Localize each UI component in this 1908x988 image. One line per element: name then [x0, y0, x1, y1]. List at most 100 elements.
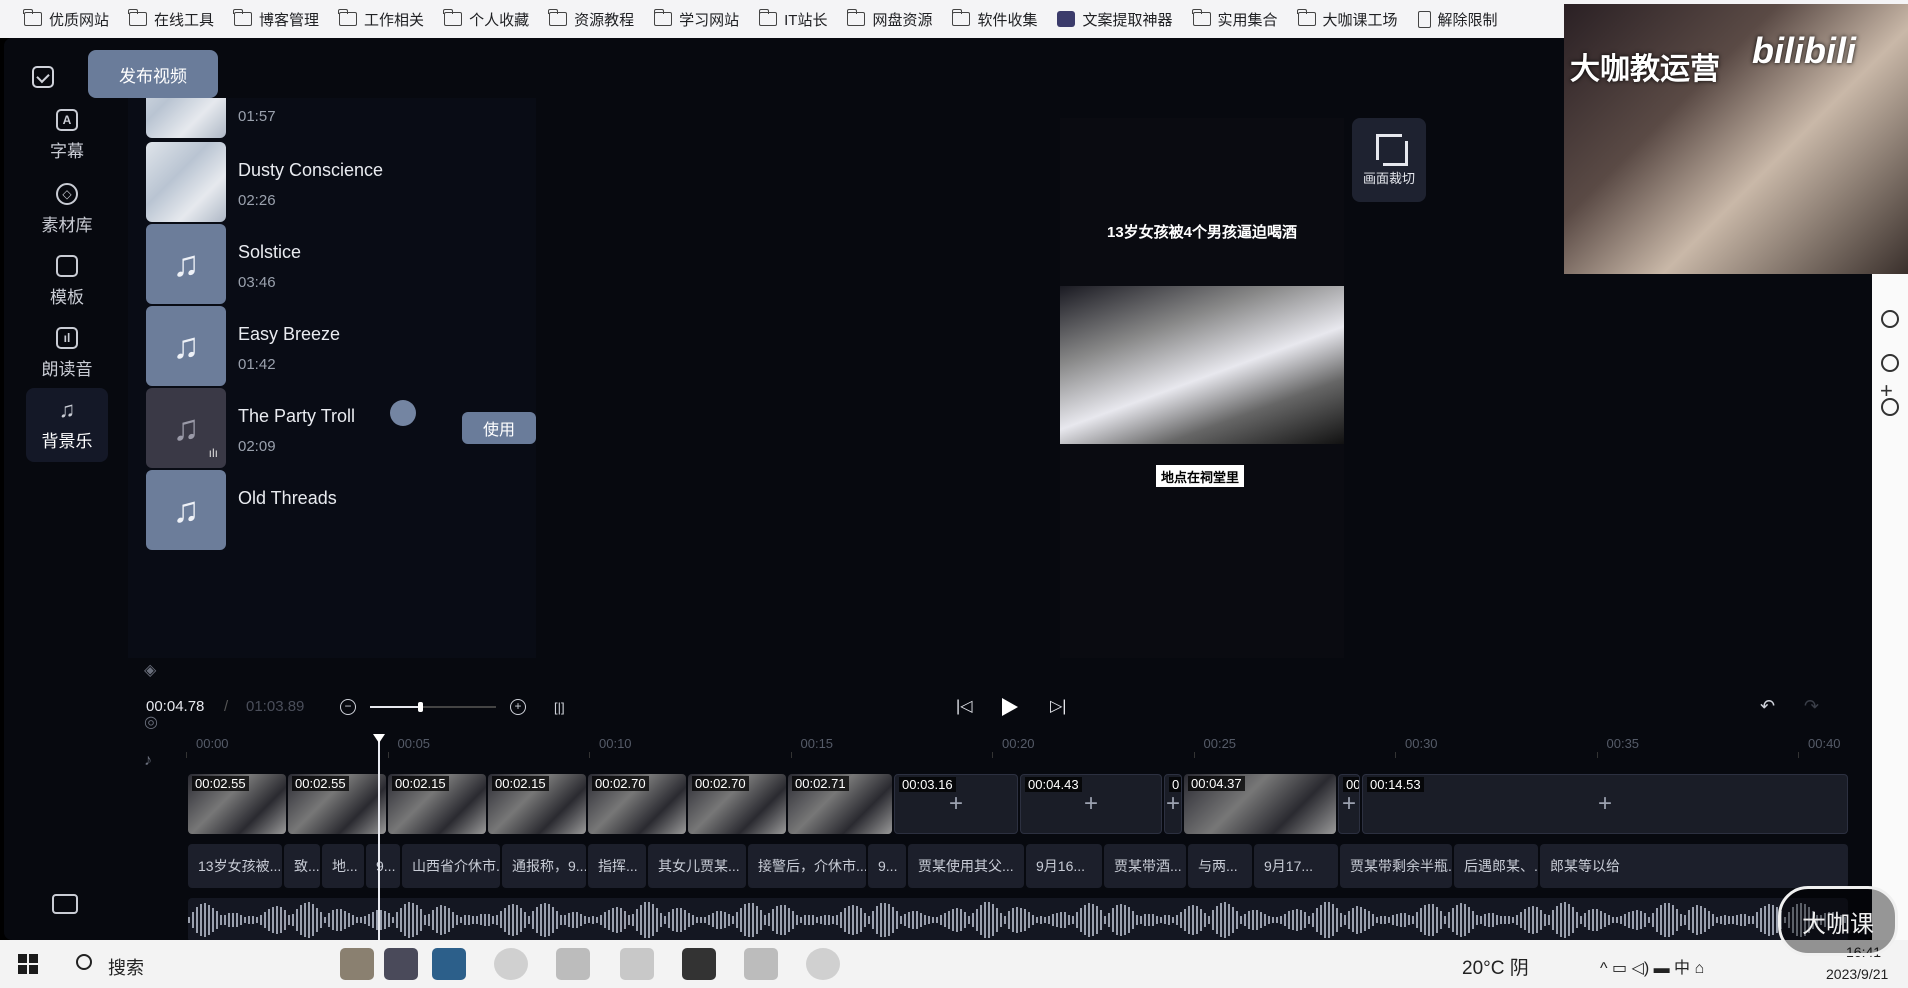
subtitle-segment[interactable]: 13岁女孩被... — [188, 844, 282, 888]
subtitle-segment[interactable]: 贾某带剩余半瓶... — [1340, 844, 1452, 888]
zoom-in-icon[interactable]: + — [510, 699, 526, 715]
music-track[interactable]: Dusty Conscience 02:26 — [146, 142, 526, 222]
clock-date[interactable]: 2023/9/21 — [1826, 966, 1888, 982]
music-track[interactable]: ♫ Solstice 03:46 — [146, 224, 526, 304]
video-preview[interactable]: 13岁女孩被4个男孩逼迫喝酒 地点在祠堂里 — [1060, 118, 1344, 658]
video-clip[interactable]: 00:04.37 — [1184, 774, 1336, 834]
music-track[interactable]: ♫ ılı The Party Troll 02:09 使用 — [146, 388, 536, 468]
checklist-icon[interactable] — [32, 66, 54, 88]
bookmark-item[interactable]: 大咖课工场 — [1288, 4, 1408, 34]
subtitle-segment[interactable]: 郎某等以给 — [1540, 844, 1848, 888]
subtitle-track[interactable]: 13岁女孩被... 致... 地... 9... 山西省介休市... 通报称，9... 指挥… — [188, 844, 1848, 888]
video-clip[interactable]: 00:01+ — [1338, 774, 1360, 834]
bookmark-item[interactable]: 博客管理 — [224, 4, 329, 34]
add-icon[interactable]: + — [1880, 378, 1893, 404]
subtitle-segment[interactable]: 指挥... — [588, 844, 646, 888]
bookmark-item[interactable]: 软件收集 — [942, 4, 1047, 34]
redo-icon[interactable]: ↷ — [1804, 696, 1819, 717]
sidebar-item-3[interactable]: ıl 朗读音 — [26, 316, 108, 390]
sidebar-item-0[interactable]: A 字幕 — [26, 98, 108, 172]
keyboard-icon[interactable] — [52, 894, 78, 914]
subtitle-segment[interactable]: 贾某带酒... — [1104, 844, 1186, 888]
bookmark-item[interactable]: 资源教程 — [539, 4, 644, 34]
subtitle-segment[interactable]: 山西省介休市... — [402, 844, 500, 888]
bookmark-item[interactable]: 文案提取神器 — [1047, 4, 1182, 34]
bookmark-item[interactable]: IT站长 — [749, 4, 837, 34]
previous-frame-icon[interactable]: |◁ — [956, 696, 974, 716]
music-track[interactable]: ♫ Old Threads — [146, 470, 526, 550]
bookmark-item[interactable]: 个人收藏 — [434, 4, 539, 34]
next-frame-icon[interactable]: ▷| — [1050, 696, 1068, 716]
bookmark-item[interactable]: 实用集合 — [1183, 4, 1288, 34]
video-clip[interactable]: 00:02.70 — [588, 774, 686, 834]
chrome-icon[interactable] — [494, 948, 528, 980]
taskbar-app-icon[interactable] — [384, 948, 418, 980]
crop-button[interactable]: 画面裁切 — [1352, 118, 1426, 202]
video-clip[interactable]: 00:02.55 — [188, 774, 286, 834]
subtitle-segment[interactable]: 后遇郎某、... — [1454, 844, 1538, 888]
video-clip[interactable]: 00:03.16 + — [894, 774, 1018, 834]
undo-icon[interactable]: ↶ — [1760, 696, 1775, 717]
subtitle-segment[interactable]: 9月17... — [1254, 844, 1338, 888]
video-clip[interactable]: 00:02.15 — [488, 774, 586, 834]
video-clip[interactable]: 00:02.71 — [788, 774, 892, 834]
browser-icon[interactable] — [432, 948, 466, 980]
subtitle-segment[interactable]: 接警后，介休市... — [748, 844, 866, 888]
video-clip[interactable]: 00:02.70 — [688, 774, 786, 834]
sidebar-item-1[interactable]: ◇ 素材库 — [26, 172, 108, 246]
sidebar-item-4[interactable]: ♫ 背景乐 — [26, 388, 108, 462]
sidebar-app-icon[interactable] — [1881, 310, 1899, 328]
subtitle-segment[interactable]: 其女儿贾某... — [648, 844, 746, 888]
music-list[interactable]: 01:57 Dusty Conscience 02:26 ♫ Solstice 03:46… — [128, 98, 536, 658]
timeline-ruler[interactable]: 00:00 00:05 00:10 00:15 00:20 00:25 00:30 00:35… — [186, 736, 1846, 758]
bookmark-item[interactable]: 学习网站 — [644, 4, 749, 34]
music-track[interactable]: ♫ Easy Breeze 01:42 — [146, 306, 526, 386]
use-track-button[interactable]: 使用 — [462, 412, 536, 444]
zoom-slider-handle[interactable] — [418, 702, 424, 712]
bookmark-item[interactable]: 工作相关 — [329, 4, 434, 34]
play-icon[interactable] — [1002, 698, 1018, 716]
bookmark-item[interactable]: 解除限制 — [1408, 4, 1508, 34]
subtitle-segment[interactable]: 9... — [868, 844, 906, 888]
zoom-out-icon[interactable]: − — [340, 699, 356, 715]
subtitle-segment[interactable]: 9月16... — [1026, 844, 1102, 888]
subtitle-segment[interactable]: 与两... — [1188, 844, 1252, 888]
typora-icon[interactable] — [682, 948, 716, 980]
subtitle-segment[interactable]: 9... — [366, 844, 400, 888]
zoom-slider[interactable] — [370, 702, 496, 712]
music-track[interactable]: 01:57 — [146, 98, 526, 138]
video-clip[interactable]: 00:14.53 + — [1362, 774, 1848, 834]
taskbar-app-icon[interactable] — [806, 948, 840, 980]
add-clip-icon[interactable]: + — [1084, 790, 1098, 818]
subtitle-segment[interactable]: 致... — [284, 844, 320, 888]
search-icon[interactable] — [76, 954, 92, 970]
taskbar-app-icon[interactable] — [556, 948, 590, 980]
sidebar-app-icon[interactable] — [1881, 354, 1899, 372]
bookmark-item[interactable]: 优质网站 — [14, 4, 119, 34]
add-clip-icon[interactable]: + — [1342, 790, 1356, 818]
bookmark-item[interactable]: 网盘资源 — [837, 4, 942, 34]
video-clip[interactable]: 0 + — [1164, 774, 1182, 834]
video-clip[interactable]: 00:04.43 + — [1020, 774, 1162, 834]
subtitle-segment[interactable]: 地... — [322, 844, 364, 888]
video-track[interactable]: 00:02.55 00:02.55 00:02.15 00:02.15 00:02.70… — [188, 774, 1848, 834]
taskbar-search[interactable]: 搜索 — [108, 954, 144, 980]
subtitle-segment[interactable]: 贾某使用其父... — [908, 844, 1024, 888]
system-tray[interactable]: ^ ▭ ◁) ▬ 中 ⌂ — [1600, 954, 1704, 978]
audio-track[interactable] — [188, 898, 1848, 940]
video-clip[interactable]: 00:02.15 — [388, 774, 486, 834]
windows-start-icon[interactable] — [18, 954, 38, 974]
bookmark-item[interactable]: 在线工具 — [119, 4, 224, 34]
sidebar-item-2[interactable]: 模板 — [26, 244, 108, 318]
ime-indicator[interactable]: 中 — [1674, 960, 1690, 977]
taskbar-app-icon[interactable] — [620, 948, 654, 980]
file-explorer-icon[interactable] — [744, 948, 778, 980]
add-clip-icon[interactable]: + — [949, 790, 963, 818]
fit-timeline-icon[interactable]: [|] — [554, 700, 570, 715]
subtitle-segment[interactable]: 通报称，9... — [502, 844, 586, 888]
add-clip-icon[interactable]: + — [1166, 790, 1180, 818]
video-clip[interactable]: 00:02.55 — [288, 774, 386, 834]
publish-video-button[interactable]: 发布视频 — [88, 50, 218, 98]
add-clip-icon[interactable]: + — [1598, 790, 1612, 818]
playhead[interactable] — [373, 734, 385, 940]
